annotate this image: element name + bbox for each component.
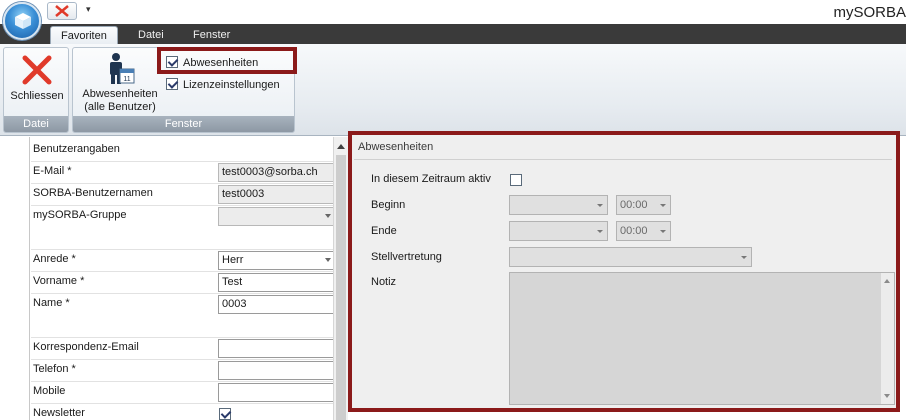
- group-label-datei: Datei: [4, 116, 68, 132]
- form-row-phone: Telefon *: [31, 359, 334, 381]
- absences-all-users-label-2: (alle Benutzer): [84, 101, 156, 113]
- phone-label: Telefon *: [33, 363, 76, 375]
- absences-all-users-button[interactable]: 11 Abwesenheiten (alle Benutzer): [76, 50, 164, 114]
- form-row-firstname: Vorname * Test: [31, 271, 334, 293]
- scroll-up-icon[interactable]: [337, 144, 345, 149]
- ribbon: Schliessen Datei 11 Abwesenheiten (alle …: [0, 44, 906, 136]
- cube-icon: [15, 13, 31, 29]
- newsletter-checkbox[interactable]: [219, 408, 231, 420]
- salutation-label: Anrede *: [33, 253, 76, 265]
- mobile-label: Mobile: [33, 385, 66, 397]
- scroll-thumb[interactable]: [336, 155, 346, 420]
- close-x-icon: [55, 5, 69, 17]
- form-row-username: SORBA-Benutzernamen test0003: [31, 183, 334, 205]
- highlight-absences-panel: [348, 131, 900, 412]
- salutation-select[interactable]: Herr: [218, 251, 334, 270]
- mobile-field[interactable]: [218, 383, 334, 402]
- absences-calendar-icon: 11: [110, 53, 135, 84]
- group-select[interactable]: [218, 207, 334, 226]
- tab-fenster[interactable]: Fenster: [183, 24, 240, 44]
- group-label: mySORBA-Gruppe: [33, 209, 127, 221]
- form-row-salutation: Anrede * Herr: [31, 249, 334, 271]
- licenses-checkbox-row[interactable]: Lizenzeinstellungen: [166, 77, 280, 93]
- name-label: Name *: [33, 297, 70, 309]
- chevron-down-icon: [325, 214, 331, 218]
- correspondence-email-field[interactable]: [218, 339, 334, 358]
- absences-all-users-label-1: Abwesenheiten: [82, 88, 158, 100]
- username-label: SORBA-Benutzernamen: [33, 187, 153, 199]
- app-title: mySORBA: [833, 4, 906, 21]
- newsletter-label: Newsletter: [33, 407, 85, 419]
- close-button[interactable]: Schliessen: [4, 50, 70, 103]
- user-form-section-title: Benutzerangaben: [33, 143, 120, 155]
- chevron-down-icon: [325, 258, 331, 262]
- form-scrollbar[interactable]: [333, 137, 348, 420]
- email-label: E-Mail *: [33, 165, 72, 177]
- firstname-label: Vorname *: [33, 275, 85, 287]
- user-form-panel: Benutzerangaben E-Mail * test0003@sorba.…: [0, 137, 348, 420]
- form-row-correspondence-email: Korrespondenz-Email: [31, 337, 334, 359]
- username-field[interactable]: test0003: [218, 185, 334, 204]
- form-row-email: E-Mail * test0003@sorba.ch: [31, 161, 334, 183]
- form-row-name: Name * 0003: [31, 293, 334, 315]
- close-button-label: Schliessen: [10, 90, 64, 102]
- form-row-newsletter: Newsletter: [31, 403, 333, 420]
- close-x-icon: [22, 55, 52, 85]
- highlight-absences-checkbox: [157, 47, 297, 74]
- form-row-mobile: Mobile: [31, 381, 334, 403]
- ribbon-tab-bar: Favoriten Datei Fenster: [0, 24, 906, 44]
- app-orb-icon[interactable]: [3, 2, 41, 40]
- form-row-group: mySORBA-Gruppe: [31, 205, 334, 227]
- quick-access-close-button[interactable]: [47, 2, 77, 20]
- group-datei: Schliessen Datei: [3, 47, 69, 133]
- tab-datei[interactable]: Datei: [128, 24, 174, 44]
- email-field[interactable]: test0003@sorba.ch: [218, 163, 334, 182]
- form-gutter: [0, 137, 30, 420]
- svg-text:11: 11: [123, 76, 130, 83]
- licenses-checkbox-label: Lizenzeinstellungen: [183, 79, 280, 91]
- group-label-fenster: Fenster: [73, 116, 294, 132]
- tab-favoriten[interactable]: Favoriten: [50, 26, 118, 44]
- licenses-checkbox[interactable]: [166, 78, 178, 91]
- name-field[interactable]: 0003: [218, 295, 334, 314]
- salutation-select-value: Herr: [222, 254, 244, 266]
- firstname-field[interactable]: Test: [218, 273, 334, 292]
- phone-field[interactable]: [218, 361, 334, 380]
- menu-dropdown-icon[interactable]: ▾: [86, 4, 91, 15]
- correspondence-email-label: Korrespondenz-Email: [33, 341, 139, 353]
- title-bar: ▾ mySORBA: [0, 0, 906, 24]
